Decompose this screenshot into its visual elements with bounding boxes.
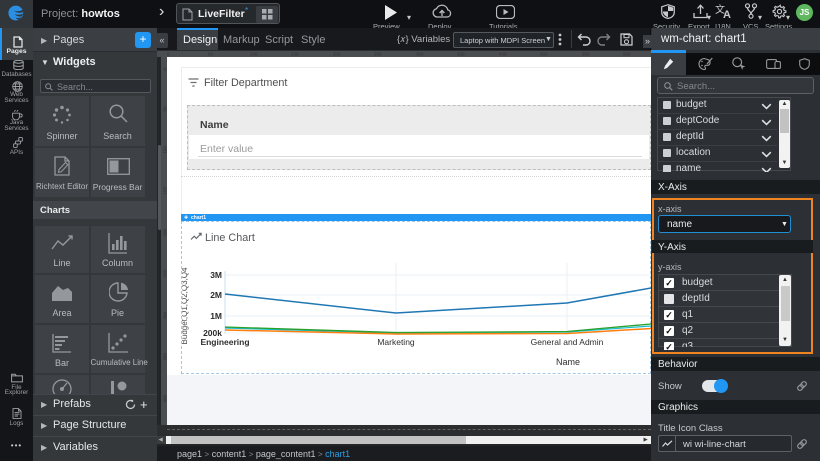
svg-text:Budget,Q1,Q2,Q3,Q4: Budget,Q1,Q2,Q3,Q4 [182, 267, 189, 344]
svg-text:Name: Name [556, 357, 580, 367]
svg-text:1M: 1M [210, 311, 222, 321]
svg-text:0: 0 [167, 52, 170, 57]
svg-text:Marketing: Marketing [377, 337, 415, 347]
svg-text:A: A [723, 9, 731, 19]
svg-text:300: 300 [416, 52, 424, 57]
svg-text:450: 450 [540, 52, 548, 57]
svg-text:3M: 3M [210, 270, 222, 280]
svg-text:Engineering: Engineering [200, 337, 249, 347]
svg-text:250: 250 [374, 52, 382, 57]
svg-text:50: 50 [208, 52, 214, 57]
svg-text:400: 400 [499, 52, 507, 57]
svg-text:350: 350 [457, 52, 465, 57]
svg-text:2M: 2M [210, 290, 222, 300]
svg-text:200: 200 [333, 52, 341, 57]
svg-text:550: 550 [623, 52, 631, 57]
svg-text:General and Admin: General and Admin [531, 337, 604, 347]
svg-text:500: 500 [582, 52, 590, 57]
svg-text:150: 150 [291, 52, 299, 57]
svg-text:100: 100 [250, 52, 258, 57]
